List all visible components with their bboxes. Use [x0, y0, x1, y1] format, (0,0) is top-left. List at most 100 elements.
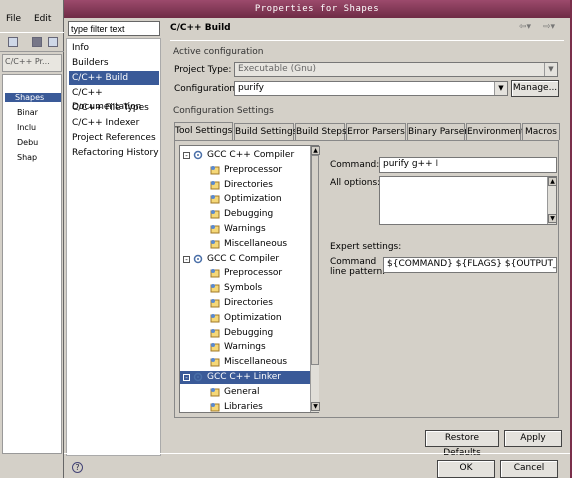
tool-option-node[interactable]: Optimization — [180, 193, 311, 206]
nav-info[interactable]: Info — [69, 41, 159, 55]
scroll-down-icon[interactable]: ▼ — [548, 214, 556, 223]
manage-button[interactable]: Manage... — [511, 80, 559, 97]
project-type-combo: Executable (Gnu) ▼ — [234, 62, 558, 77]
tab-build-steps[interactable]: Build Steps — [295, 123, 347, 140]
page-title: C/C++ Build — [170, 23, 231, 33]
tree-item-includes[interactable]: Inclu — [17, 123, 36, 132]
project-type-label: Project Type: — [174, 65, 232, 75]
tree-item-debug[interactable]: Debu — [17, 138, 38, 147]
cpp-projects-tab[interactable]: C/C++ Pr... — [2, 54, 62, 72]
nav-cpp-documentation[interactable]: C/C++ Documentation — [69, 86, 159, 112]
forward-arrow-icon[interactable]: ⇨▾ — [543, 22, 561, 34]
active-config-label: Active configuration — [173, 47, 264, 57]
tool-gear-icon — [193, 150, 204, 160]
tree-node-label: Miscellaneous — [224, 238, 288, 249]
back-arrow-icon[interactable]: ⇦▾ — [519, 22, 537, 34]
tool-option-node[interactable]: Warnings — [180, 341, 311, 354]
tree-item-shapes[interactable]: Shapes — [5, 93, 61, 102]
apply-button[interactable]: Apply — [504, 430, 562, 447]
chevron-down-icon[interactable]: ▼ — [494, 82, 507, 95]
scroll-up-icon[interactable]: ▲ — [311, 146, 320, 155]
tab-error-parsers[interactable]: Error Parsers — [346, 123, 406, 140]
tool-node[interactable]: - GCC C++ Linker — [180, 371, 311, 384]
dialog-title: Properties for Shapes — [254, 4, 380, 14]
tab-macros[interactable]: Macros — [522, 123, 560, 140]
tool-option-node[interactable]: Libraries — [180, 401, 311, 414]
tool-option-node[interactable]: Directories — [180, 179, 311, 192]
options-scrollbar[interactable]: ▲ ▼ — [547, 177, 556, 224]
collapse-toggle-icon[interactable]: - — [183, 374, 190, 382]
nav-project-references[interactable]: Project References — [69, 131, 159, 145]
tool-tree: - GCC C++ Compiler Preprocessor Directories… — [179, 145, 319, 413]
option-page-icon — [210, 224, 221, 234]
menu-edit[interactable]: Edit — [34, 14, 51, 24]
tool-option-node[interactable]: Preprocessor — [180, 267, 311, 280]
tab-environment[interactable]: Environment — [466, 123, 524, 140]
tree-scrollbar[interactable]: ▲ ▼ — [310, 146, 320, 412]
tree-node-label: Debugging — [224, 327, 274, 338]
tool-option-node[interactable]: Miscellaneous — [180, 238, 311, 251]
nav-cpp-build[interactable]: C/C++ Build — [69, 71, 159, 85]
tool-option-node[interactable]: Miscellaneous — [180, 356, 311, 369]
all-options-textarea[interactable]: ▲ ▼ — [379, 176, 557, 225]
option-page-icon — [210, 357, 221, 367]
chevron-down-icon: ▼ — [544, 63, 557, 76]
background-workbench: File Edit C/C++ Pr... Shapes Binar Inclu… — [0, 0, 64, 478]
collapse-toggle-icon[interactable]: - — [183, 152, 190, 160]
menu-file[interactable]: File — [6, 14, 21, 24]
option-page-icon — [210, 268, 221, 278]
project-tree: Shapes Binar Inclu Debu Shap — [2, 74, 62, 454]
help-icon[interactable]: ? — [72, 462, 83, 473]
tool-option-node[interactable]: Preprocessor — [180, 164, 311, 177]
tool-option-node[interactable]: Debugging — [180, 208, 311, 221]
command-label: Command: — [330, 160, 380, 170]
option-page-icon — [210, 328, 221, 338]
ok-button[interactable]: OK — [437, 460, 495, 478]
property-page-list: Info Builders C/C++ Build C/C++ Document… — [66, 38, 161, 456]
option-page-icon — [210, 342, 221, 352]
print-icon[interactable] — [48, 37, 58, 47]
collapse-toggle-icon[interactable]: - — [183, 255, 190, 263]
cancel-button[interactable]: Cancel — [500, 460, 558, 478]
filter-input[interactable] — [68, 21, 160, 36]
option-page-icon — [210, 165, 221, 175]
tool-option-node[interactable]: Optimization — [180, 312, 311, 325]
title-separator — [170, 40, 564, 41]
tool-option-node[interactable]: General — [180, 386, 311, 399]
dialog-title-bar[interactable]: Properties for Shapes — [64, 0, 570, 18]
tab-build-settings[interactable]: Build Settings — [234, 123, 297, 140]
scrollbar-thumb[interactable] — [311, 155, 319, 365]
scroll-up-icon[interactable]: ▲ — [548, 177, 556, 186]
scroll-down-icon[interactable]: ▼ — [311, 402, 320, 411]
tree-item-binaries[interactable]: Binar — [17, 108, 38, 117]
nav-cpp-file-types[interactable]: C/C++ File Types — [69, 101, 159, 115]
tree-node-label: GCC C++ Linker — [207, 372, 281, 382]
configuration-combo[interactable]: purify ▼ — [234, 81, 508, 96]
tool-option-node[interactable]: Symbols — [180, 282, 311, 295]
tab-binary-parser[interactable]: Binary Parser — [407, 123, 468, 140]
nav-builders[interactable]: Builders — [69, 56, 159, 70]
tree-node-label: Libraries — [224, 401, 263, 412]
tree-node-label: Debugging — [224, 209, 274, 220]
option-page-icon — [210, 313, 221, 323]
command-input[interactable]: purify g++ I — [379, 157, 557, 173]
cmd-pattern-label-line2: line pattern: — [330, 267, 386, 277]
save-icon[interactable] — [32, 37, 42, 47]
tool-node[interactable]: - GCC C++ Compiler — [180, 149, 311, 162]
option-page-icon — [210, 194, 221, 204]
tool-option-node[interactable]: Debugging — [180, 327, 311, 340]
tab-tool-settings[interactable]: Tool Settings — [174, 122, 233, 141]
tool-settings-pane: - GCC C++ Compiler Preprocessor Directories… — [174, 140, 559, 418]
tree-item-shapes-src[interactable]: Shap — [17, 153, 37, 162]
tool-node[interactable]: - GCC C Compiler — [180, 253, 311, 266]
new-icon[interactable] — [8, 37, 18, 47]
tool-option-node[interactable]: Warnings — [180, 223, 311, 236]
tree-node-label: GCC C Compiler — [207, 253, 280, 264]
nav-cpp-indexer[interactable]: C/C++ Indexer — [69, 116, 159, 130]
option-page-icon — [210, 387, 221, 397]
tool-option-node[interactable]: Directories — [180, 297, 311, 310]
restore-defaults-button[interactable]: Restore Defaults — [425, 430, 499, 458]
nav-refactoring-history[interactable]: Refactoring History — [69, 146, 159, 160]
tree-node-label: GCC C++ Compiler — [207, 150, 295, 160]
cmd-pattern-input[interactable]: ${COMMAND} ${FLAGS} ${OUTPUT_FLA — [383, 257, 557, 273]
